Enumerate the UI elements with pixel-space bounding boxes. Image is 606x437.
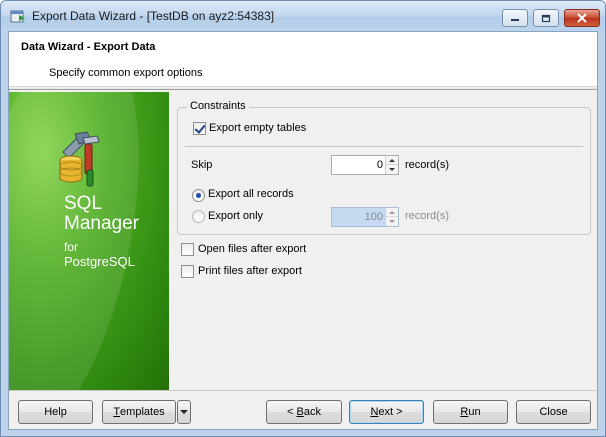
back-button-label: ack — [303, 406, 321, 418]
next-button-label: ext > — [378, 406, 403, 418]
wizard-client-area: Data Wizard - Export Data Specify common… — [8, 31, 598, 430]
title-bar[interactable]: Export Data Wizard - [TestDB on ayz2:543… — [1, 1, 605, 31]
open-files-after-export-checkbox[interactable] — [181, 243, 194, 256]
back-prefix: < — [287, 406, 297, 418]
banner-product-name: SQL Manager — [64, 194, 139, 234]
export-only-value: 100 — [364, 211, 383, 223]
skip-increment-button[interactable] — [386, 156, 398, 165]
arrow-down-icon — [389, 168, 395, 171]
skip-label: Skip — [191, 159, 213, 171]
print-files-after-export-label[interactable]: Print files after export — [198, 265, 302, 277]
close-icon — [577, 13, 587, 23]
banner-line-sql: SQL — [64, 193, 103, 214]
export-empty-tables-checkbox[interactable] — [193, 122, 206, 135]
export-only-unit-label: record(s) — [405, 210, 450, 222]
next-mnemonic: N — [370, 406, 379, 418]
export-only-records-stepper[interactable]: 100 — [331, 207, 399, 227]
close-window-button[interactable] — [564, 9, 600, 27]
window-title: Export Data Wizard - [TestDB on ayz2:543… — [32, 9, 275, 23]
close-button-label: Close — [539, 406, 568, 418]
skip-value: 0 — [376, 159, 383, 171]
minimize-icon — [511, 19, 519, 21]
close-button[interactable]: Close — [516, 400, 591, 424]
export-only-stepper-arrows — [385, 208, 398, 226]
export-only-increment-button[interactable] — [386, 208, 398, 217]
back-button[interactable]: < Back — [266, 400, 342, 424]
product-banner: SQL Manager for PostgreSQL — [9, 92, 169, 390]
skip-decrement-button[interactable] — [386, 165, 398, 174]
templates-dropdown-button[interactable] — [177, 400, 191, 424]
export-all-records-label[interactable]: Export all records — [208, 188, 294, 200]
skip-unit-label: record(s) — [405, 159, 450, 171]
header-subtitle: Specify common export options — [49, 67, 203, 79]
maximize-button[interactable] — [533, 9, 559, 27]
skip-records-stepper[interactable]: 0 — [331, 155, 399, 175]
export-all-records-radio[interactable] — [192, 189, 205, 202]
help-button[interactable]: Help — [18, 400, 93, 424]
arrow-up-icon — [389, 158, 395, 162]
arrow-up-icon — [389, 210, 395, 214]
run-button[interactable]: Run — [433, 400, 508, 424]
constraints-caption: Constraints — [187, 100, 249, 112]
skip-stepper-arrows — [385, 156, 398, 174]
banner-db-name: PostgreSQL — [64, 254, 135, 269]
arrow-down-icon — [389, 220, 395, 223]
export-only-decrement-button[interactable] — [386, 217, 398, 226]
chevron-down-icon — [180, 410, 188, 414]
export-only-label[interactable]: Export only — [208, 210, 263, 222]
wizard-button-bar: Help Templates < Back Next > Run Close — [9, 390, 597, 429]
run-mnemonic: R — [460, 406, 469, 418]
banner-line-manager: Manager — [64, 213, 139, 234]
constraints-divider — [185, 146, 583, 147]
export-empty-tables-label[interactable]: Export empty tables — [209, 122, 306, 134]
next-button[interactable]: Next > — [349, 400, 424, 424]
open-files-after-export-label[interactable]: Open files after export — [198, 243, 306, 255]
maximize-icon — [541, 14, 551, 22]
back-mnemonic: B — [296, 406, 304, 418]
export-wizard-icon — [10, 10, 25, 23]
export-data-wizard-window: Export Data Wizard - [TestDB on ayz2:543… — [0, 0, 606, 437]
export-only-radio[interactable] — [192, 210, 205, 223]
run-button-label: un — [468, 406, 481, 418]
templates-button[interactable]: Templates — [102, 400, 176, 424]
templates-button-label: emplates — [120, 406, 165, 418]
header-divider — [9, 88, 597, 90]
minimize-button[interactable] — [502, 9, 528, 27]
banner-for-label: for — [64, 240, 79, 254]
print-files-after-export-checkbox[interactable] — [181, 265, 194, 278]
header-title: Data Wizard - Export Data — [21, 41, 156, 53]
templates-mnemonic: T — [113, 406, 121, 418]
help-button-label: Help — [44, 406, 67, 418]
wizard-header: Data Wizard - Export Data Specify common… — [9, 32, 597, 87]
database-tools-logo-icon — [59, 131, 100, 187]
